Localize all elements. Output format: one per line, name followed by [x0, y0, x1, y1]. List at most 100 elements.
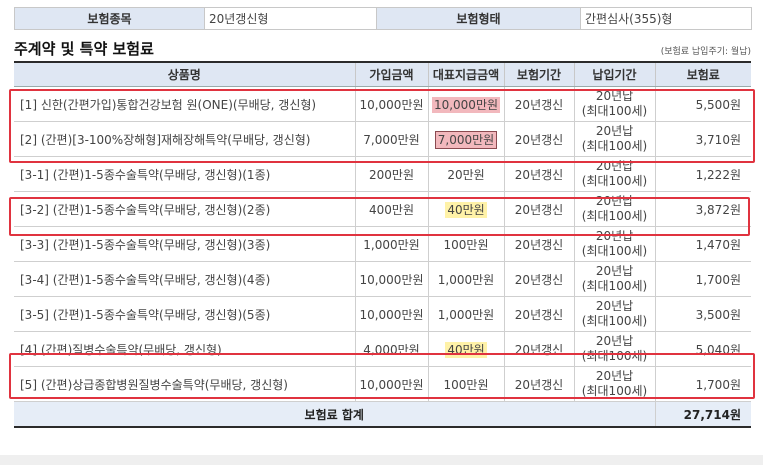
- product-name: [3-5] (간편)1-5종수술특약(무배당, 갱신형)(5종): [14, 296, 355, 332]
- rep-amount-cell: 40만원: [427, 191, 504, 227]
- total-premium: 27,714원: [654, 401, 751, 428]
- term: 20년갱신: [503, 86, 574, 122]
- premium: 1,222원: [654, 156, 751, 192]
- rep-amount-cell: 40만원: [427, 331, 504, 367]
- term: 20년갱신: [503, 156, 574, 192]
- payment-max-age: (최대100세): [581, 314, 648, 328]
- premium: 3,872원: [654, 191, 751, 227]
- payment-years: 20년납: [595, 89, 634, 103]
- amount: 10,000만원: [354, 366, 428, 402]
- insurance-type-value: 20년갱신형: [204, 7, 377, 30]
- col-amount: 가입금액: [354, 61, 428, 87]
- table-row: [1] 신한(간편가입)통합건강보험 원(ONE)(무배당, 갱신형) 10,0…: [14, 86, 751, 122]
- premium: 1,700원: [654, 366, 751, 402]
- product-info-table: 보험종목 20년갱신형 보험형태 간편심사(355)형: [14, 7, 752, 30]
- premium: 5,040원: [654, 331, 751, 367]
- payment-years: 20년납: [595, 264, 634, 278]
- rep-amount-cell: 7,000만원: [427, 121, 504, 157]
- total-row: 보험료 합계 27,714원: [14, 401, 751, 428]
- product-name: [3-3] (간편)1-5종수술특약(무배당, 갱신형)(3종): [14, 226, 355, 262]
- rep-amount: 1,000만원: [427, 296, 504, 332]
- term: 20년갱신: [503, 191, 574, 227]
- rep-amount: 40만원: [445, 341, 487, 358]
- product-name: [5] (간편)상급종합병원질병수술특약(무배당, 갱신형): [14, 366, 355, 402]
- payment-period: 20년납 (최대100세): [573, 296, 655, 332]
- payment-years: 20년납: [595, 229, 634, 243]
- product-name: [1] 신한(간편가입)통합건강보험 원(ONE)(무배당, 갱신형): [14, 86, 355, 122]
- premium-table: 상품명 가입금액 대표지급금액 보험기간 납입기간 보험료 [1] 신한(간편가…: [14, 61, 751, 428]
- product-name: [3-4] (간편)1-5종수술특약(무배당, 갱신형)(4종): [14, 261, 355, 297]
- term: 20년갱신: [503, 296, 574, 332]
- payment-max-age: (최대100세): [581, 279, 648, 293]
- col-product-name: 상품명: [14, 61, 355, 87]
- amount: 7,000만원: [354, 121, 428, 157]
- rep-amount: 100만원: [427, 226, 504, 262]
- rep-amount: 7,000만원: [434, 130, 498, 149]
- col-premium: 보험료: [654, 61, 751, 87]
- table-row: [4] (간편)질병수술특약(무배당, 갱신형) 4,000만원 40만원 20…: [14, 331, 751, 367]
- term: 20년갱신: [503, 121, 574, 157]
- section-title: 주계약 및 특약 보험료: [14, 40, 154, 58]
- table-row: [2] (간편)[3-100%장해형]재해장해특약(무배당, 갱신형) 7,00…: [14, 121, 751, 157]
- premium: 5,500원: [654, 86, 751, 122]
- col-representative-amount: 대표지급금액: [427, 61, 504, 87]
- payment-max-age: (최대100세): [581, 244, 648, 258]
- rep-amount: 10,000만원: [431, 96, 501, 113]
- rep-amount: 100만원: [427, 366, 504, 402]
- insurance-form-value: 간편심사(355)형: [580, 7, 752, 30]
- payment-period: 20년납 (최대100세): [573, 86, 655, 122]
- product-name: [2] (간편)[3-100%장해형]재해장해특약(무배당, 갱신형): [14, 121, 355, 157]
- premium: 3,710원: [654, 121, 751, 157]
- payment-years: 20년납: [595, 369, 634, 383]
- rep-amount: 1,000만원: [427, 261, 504, 297]
- payment-period: 20년납 (최대100세): [573, 366, 655, 402]
- payment-max-age: (최대100세): [581, 384, 648, 398]
- payment-years: 20년납: [595, 124, 634, 138]
- total-label: 보험료 합계: [14, 401, 655, 428]
- payment-max-age: (최대100세): [581, 209, 648, 223]
- payment-max-age: (최대100세): [581, 174, 648, 188]
- premium: 3,500원: [654, 296, 751, 332]
- col-insurance-period: 보험기간: [503, 61, 574, 87]
- product-name: [3-2] (간편)1-5종수술특약(무배당, 갱신형)(2종): [14, 191, 355, 227]
- product-name: [3-1] (간편)1-5종수술특약(무배당, 갱신형)(1종): [14, 156, 355, 192]
- payment-max-age: (최대100세): [581, 349, 648, 363]
- table-row: [3-4] (간편)1-5종수술특약(무배당, 갱신형)(4종) 10,000만…: [14, 261, 751, 297]
- insurance-form-label: 보험형태: [376, 7, 581, 30]
- payment-max-age: (최대100세): [581, 139, 648, 153]
- table-row: [3-5] (간편)1-5종수술특약(무배당, 갱신형)(5종) 10,000만…: [14, 296, 751, 332]
- amount: 400만원: [354, 191, 428, 227]
- rep-amount-cell: 10,000만원: [427, 86, 504, 122]
- term: 20년갱신: [503, 226, 574, 262]
- payment-max-age: (최대100세): [581, 104, 648, 118]
- amount: 10,000만원: [354, 86, 428, 122]
- term: 20년갱신: [503, 331, 574, 367]
- table-row: [3-1] (간편)1-5종수술특약(무배당, 갱신형)(1종) 200만원 2…: [14, 156, 751, 192]
- amount: 200만원: [354, 156, 428, 192]
- payment-period: 20년납 (최대100세): [573, 121, 655, 157]
- amount: 10,000만원: [354, 261, 428, 297]
- payment-years: 20년납: [595, 334, 634, 348]
- rep-amount: 40만원: [445, 201, 487, 218]
- payment-period: 20년납 (최대100세): [573, 331, 655, 367]
- payment-period: 20년납 (최대100세): [573, 226, 655, 262]
- payment-period: 20년납 (최대100세): [573, 156, 655, 192]
- premium: 1,470원: [654, 226, 751, 262]
- amount: 1,000만원: [354, 226, 428, 262]
- insurance-type-label: 보험종목: [14, 7, 205, 30]
- table-header-row: 상품명 가입금액 대표지급금액 보험기간 납입기간 보험료: [14, 61, 751, 87]
- table-row: [3-3] (간편)1-5종수술특약(무배당, 갱신형)(3종) 1,000만원…: [14, 226, 751, 262]
- payment-period: 20년납 (최대100세): [573, 191, 655, 227]
- payment-period: 20년납 (최대100세): [573, 261, 655, 297]
- payment-years: 20년납: [595, 194, 634, 208]
- product-name: [4] (간편)질병수술특약(무배당, 갱신형): [14, 331, 355, 367]
- payment-years: 20년납: [595, 299, 634, 313]
- col-payment-period: 납입기간: [573, 61, 655, 87]
- premium: 1,700원: [654, 261, 751, 297]
- payment-cycle-note: (보험료 납입주기: 월납): [660, 47, 751, 57]
- term: 20년갱신: [503, 261, 574, 297]
- term: 20년갱신: [503, 366, 574, 402]
- table-row: [3-2] (간편)1-5종수술특약(무배당, 갱신형)(2종) 400만원 4…: [14, 191, 751, 227]
- payment-years: 20년납: [595, 159, 634, 173]
- amount: 4,000만원: [354, 331, 428, 367]
